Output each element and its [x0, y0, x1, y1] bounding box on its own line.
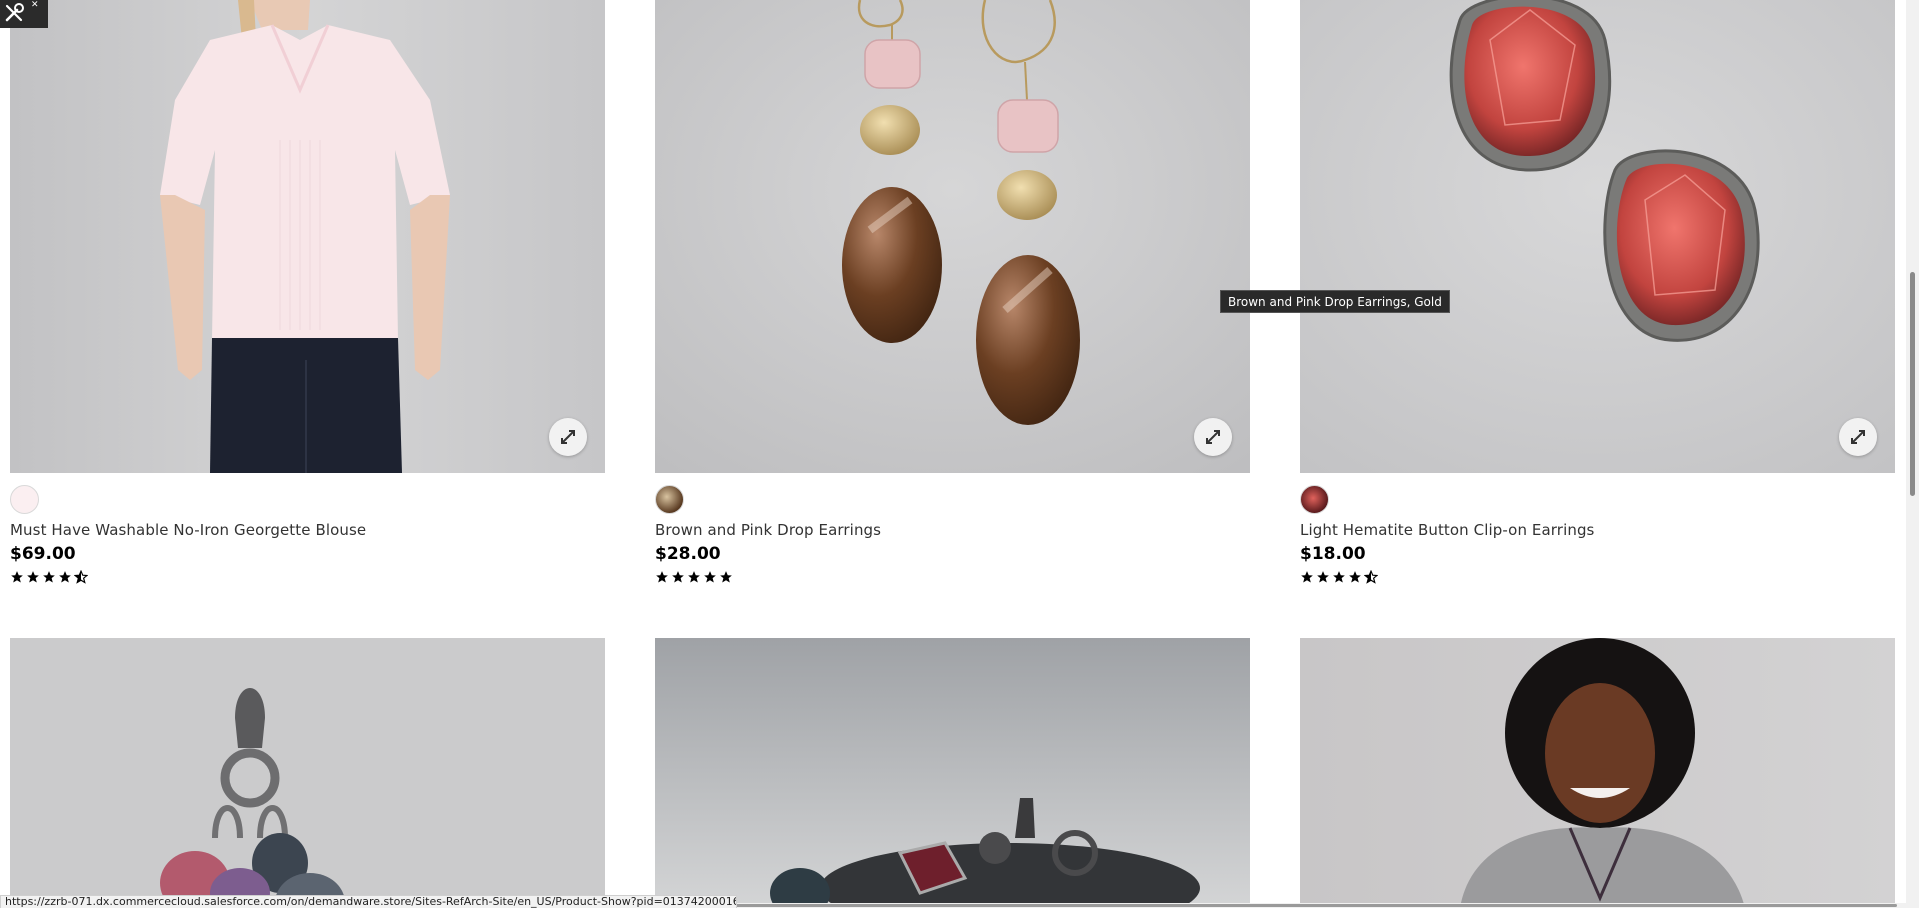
- expand-arrows-icon: [1206, 430, 1220, 444]
- rating-stars: [10, 570, 88, 584]
- star-icon: [688, 571, 700, 583]
- star-icon: [1333, 571, 1345, 583]
- product-tile: Light Hematite Button Clip-on Earrings $…: [1300, 0, 1895, 584]
- product-image: [655, 0, 1250, 473]
- color-swatch[interactable]: [655, 485, 684, 514]
- star-icon: [1317, 571, 1329, 583]
- product-tile: Must Have Washable No-Iron Georgette Blo…: [10, 0, 605, 584]
- image-tooltip: Brown and Pink Drop Earrings, Gold: [1220, 290, 1450, 313]
- star-icon: [27, 571, 39, 583]
- color-swatch[interactable]: [1300, 485, 1329, 514]
- product-image-link[interactable]: [10, 638, 605, 908]
- product-image-link[interactable]: [655, 0, 1250, 473]
- product-image: [10, 0, 605, 473]
- half-star-icon: [74, 570, 88, 584]
- product-tile: Brown and Pink Drop Earrings $28.00: [655, 0, 1250, 583]
- product-image: [1300, 0, 1895, 473]
- product-image: [10, 638, 605, 908]
- zoom-button[interactable]: [1839, 418, 1877, 456]
- star-icon: [672, 571, 684, 583]
- color-swatch[interactable]: [10, 485, 39, 514]
- product-name-link[interactable]: Brown and Pink Drop Earrings: [655, 521, 881, 539]
- star-icon: [720, 571, 732, 583]
- product-image-link[interactable]: [10, 0, 605, 473]
- star-icon: [11, 571, 23, 583]
- product-name-link[interactable]: Light Hematite Button Clip-on Earrings: [1300, 521, 1594, 539]
- star-icon: [656, 571, 668, 583]
- star-icon: [704, 571, 716, 583]
- half-star-icon: [1364, 570, 1378, 584]
- product-image-link[interactable]: [1300, 638, 1895, 908]
- link-status-bar: https://zzrb-071.dx.commercecloud.salesf…: [0, 895, 737, 908]
- dev-tool-badge[interactable]: ✕: [0, 0, 48, 28]
- zoom-button[interactable]: [1194, 418, 1232, 456]
- star-icon: [1301, 571, 1313, 583]
- scrollbar-thumb[interactable]: [1910, 272, 1915, 496]
- product-image: [1300, 638, 1895, 908]
- product-image: [655, 638, 1250, 908]
- wrench-screwdriver-icon: [5, 3, 24, 22]
- product-price: $18.00: [1300, 544, 1366, 564]
- zoom-button[interactable]: [549, 418, 587, 456]
- expand-arrows-icon: [1851, 430, 1865, 444]
- product-listing-page: ✕ Must Have Washable No-Iron Georgette B…: [0, 0, 1919, 908]
- product-image-link[interactable]: [655, 638, 1250, 908]
- product-price: $28.00: [655, 544, 721, 564]
- expand-arrows-icon: [561, 430, 575, 444]
- close-icon[interactable]: ✕: [31, 1, 39, 10]
- product-image-link[interactable]: [1300, 0, 1895, 473]
- star-icon: [43, 571, 55, 583]
- vertical-scrollbar[interactable]: [1906, 0, 1919, 908]
- star-icon: [59, 571, 71, 583]
- star-icon: [1349, 571, 1361, 583]
- product-price: $69.00: [10, 544, 76, 564]
- rating-stars: [655, 570, 733, 584]
- product-name-link[interactable]: Must Have Washable No-Iron Georgette Blo…: [10, 521, 366, 539]
- rating-stars: [1300, 570, 1378, 584]
